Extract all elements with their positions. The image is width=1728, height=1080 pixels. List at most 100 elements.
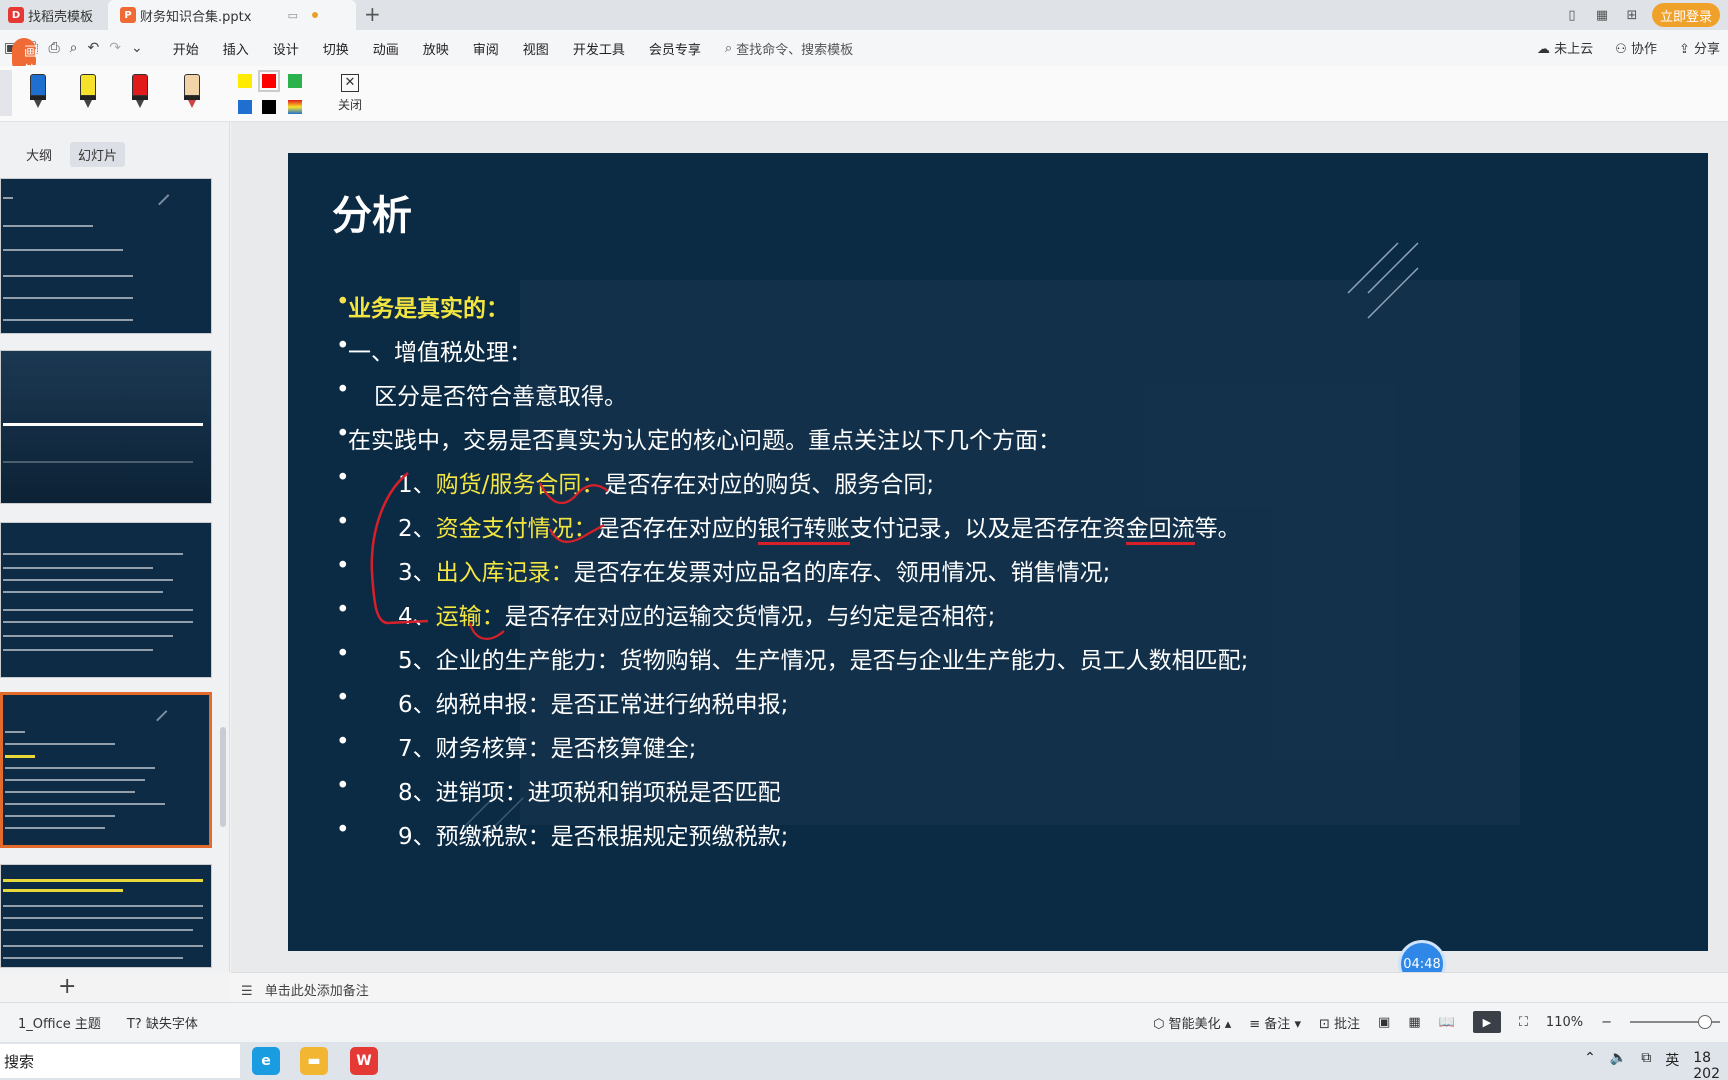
pointer-tool[interactable] <box>0 70 12 116</box>
new-tab-plus-icon[interactable]: + <box>364 2 381 26</box>
taskbar-search[interactable]: 搜索 <box>0 1044 240 1078</box>
menu-start[interactable]: 开始 <box>173 39 199 58</box>
font-icon: T? <box>126 1017 146 1032</box>
swatch-yellow[interactable] <box>238 74 252 88</box>
swatch-green[interactable] <box>288 74 302 88</box>
yellow-highlighter-tool[interactable] <box>80 74 96 110</box>
menu-insert[interactable]: 插入 <box>223 39 249 58</box>
panel-tabs: 大纲 幻灯片 <box>18 142 126 167</box>
docer-logo-icon: D <box>8 7 24 23</box>
pen-toolbar: ✕ 关闭 <box>0 66 1728 122</box>
undo-icon[interactable]: ↶ <box>87 40 99 56</box>
slide-thumbnail-current[interactable] <box>0 692 212 848</box>
menu-review[interactable]: 审阅 <box>473 39 499 58</box>
zoom-level[interactable]: 110% <box>1546 1015 1583 1030</box>
layout-1-icon[interactable]: ▯ <box>1562 5 1582 25</box>
tab-pptx-document[interactable]: P 财务知识合集.pptx ▭ <box>108 0 356 30</box>
redo-icon[interactable]: ↷ <box>109 40 121 56</box>
close-pen-button[interactable]: ✕ 关闭 <box>330 74 370 113</box>
layout-grid-icon[interactable]: ▦ <box>1592 5 1612 25</box>
comments-button[interactable]: ⊡ 批注 <box>1319 1013 1360 1032</box>
blue-pen-tool[interactable] <box>30 74 46 110</box>
swatch-black[interactable] <box>262 100 276 114</box>
zoom-out-icon[interactable]: − <box>1601 1015 1612 1030</box>
command-search[interactable]: ⌕ 查找命令、搜索模板 <box>725 39 853 58</box>
status-bar: 1_Office 主题 T? 缺失字体 ⬡ 智能美化 ▴ ≡ 备注 ▾ ⊡ 批注… <box>0 1002 1728 1042</box>
tab-slides[interactable]: 幻灯片 <box>70 142 126 167</box>
os-taskbar: 搜索 e ▬ W ⌃ 🔈 ⧉ 英 18 202 <box>0 1042 1728 1080</box>
menu-design[interactable]: 设计 <box>273 39 299 58</box>
reading-view-icon[interactable]: 📖 <box>1439 1015 1455 1030</box>
close-icon: ✕ <box>341 74 359 92</box>
login-button[interactable]: 立即登录 <box>1651 3 1720 27</box>
play-slideshow-button[interactable]: ▶ <box>1472 1011 1501 1033</box>
menu-view[interactable]: 视图 <box>523 39 549 58</box>
volume-icon[interactable]: 🔈 <box>1610 1050 1627 1080</box>
file-explorer-icon[interactable]: ▬ <box>300 1047 328 1075</box>
menu-transition[interactable]: 切换 <box>323 39 349 58</box>
normal-view-icon[interactable]: ▣ <box>1378 1015 1390 1030</box>
cloud-status[interactable]: ☁ 未上云 <box>1537 38 1593 57</box>
slide-thumbnail[interactable] <box>0 350 212 504</box>
zoom-slider[interactable] <box>1630 1015 1720 1029</box>
titlebar-right: ▯ ▦ ⊞ 立即登录 <box>1562 3 1720 27</box>
unsaved-dot-icon <box>312 12 318 18</box>
cloud-icon: ☁ <box>1536 42 1555 57</box>
network-icon[interactable]: ⧉ <box>1641 1050 1651 1080</box>
menu-developer[interactable]: 开发工具 <box>573 39 625 58</box>
tab-template-store[interactable]: D 找稻壳模板 <box>0 0 108 30</box>
slide-thumbnail[interactable] <box>0 178 212 334</box>
swatch-red[interactable] <box>258 70 280 92</box>
collaborate-button[interactable]: ⚇ 协作 <box>1615 38 1657 57</box>
more-chevron-icon[interactable]: ⌄ <box>131 40 143 56</box>
swatch-blue[interactable] <box>238 100 252 114</box>
theme-name: 1_Office 主题 <box>18 1017 101 1032</box>
search-icon: ⌕ <box>724 40 733 56</box>
slide-canvas[interactable]: 分析 • 业务是真实的： • 一、增值税处理： • 区分是否符合善意取得。 • 在实践中… <box>288 153 1708 951</box>
menu-ribbon: ▣ ⎘ ⎙ ⌕ ↶ ↷ ⌄ 开始 插入 设计 切换 动画 放映 审阅 视图 开发… <box>0 30 1728 79</box>
notes-placeholder: 单击此处添加备注 <box>264 984 369 999</box>
ime-indicator[interactable]: 英 <box>1665 1050 1679 1080</box>
menu-animation[interactable]: 动画 <box>373 39 399 58</box>
red-pen-tool[interactable] <box>132 74 148 110</box>
missing-font-button[interactable]: T? 缺失字体 <box>127 1013 198 1032</box>
clock[interactable]: 18 202 <box>1693 1050 1720 1080</box>
title-tab-bar: D 找稻壳模板 P 财务知识合集.pptx ▭ + ▯ ▦ ⊞ 立即登录 <box>0 0 1728 30</box>
add-slide-plus-icon[interactable]: + <box>58 974 76 999</box>
notes-toggle-button[interactable]: ≡ 备注 ▾ <box>1249 1013 1301 1032</box>
menu-member[interactable]: 会员专享 <box>649 39 701 58</box>
menu-right: ☁ 未上云 ⚇ 协作 ⇪ 分享 <box>1537 38 1720 57</box>
print-icon[interactable]: ⎙ <box>48 40 59 56</box>
system-tray: ⌃ 🔈 ⧉ 英 18 202 <box>1584 1050 1720 1080</box>
tab-outline[interactable]: 大纲 <box>18 142 60 167</box>
preview-icon[interactable]: ⌕ <box>70 40 78 56</box>
slide-sorter-icon[interactable]: ▦ <box>1408 1015 1420 1030</box>
smart-beautify-button[interactable]: ⬡ 智能美化 ▴ <box>1153 1013 1231 1032</box>
cube-icon: ⬡ <box>1153 1016 1169 1032</box>
status-bar-right: ⬡ 智能美化 ▴ ≡ 备注 ▾ ⊡ 批注 ▣ ▦ 📖 ▶ ⛶ 110% − <box>1153 1011 1720 1033</box>
share-icon: ⇪ <box>1678 42 1694 57</box>
fit-window-icon[interactable]: ⛶ <box>1519 1015 1528 1030</box>
window-mode-icon[interactable]: ▭ <box>288 9 298 22</box>
notes-list-icon: ☰ <box>241 984 253 999</box>
thumbnail-scrollbar[interactable] <box>220 727 226 827</box>
share-button[interactable]: ⇪ 分享 <box>1679 38 1720 57</box>
edge-browser-icon[interactable]: e <box>252 1047 280 1075</box>
swatch-more-colors[interactable] <box>288 100 302 114</box>
wps-office-icon[interactable]: W <box>350 1047 378 1075</box>
notes-pane[interactable]: ☰ 单击此处添加备注 <box>231 972 1728 1002</box>
search-placeholder: 查找命令、搜索模板 <box>736 42 854 58</box>
menu-slideshow[interactable]: 放映 <box>423 39 449 58</box>
presentation-logo-icon: P <box>120 7 136 23</box>
apps-grid-icon[interactable]: ⊞ <box>1622 5 1642 25</box>
beige-marker-tool[interactable] <box>184 74 200 110</box>
slide-thumbnail[interactable] <box>0 522 212 678</box>
red-ink-annotations <box>370 472 609 640</box>
notes-icon: ≡ <box>1249 1016 1265 1032</box>
tab-label: 找稻壳模板 <box>28 9 94 25</box>
tray-chevron-icon[interactable]: ⌃ <box>1584 1050 1596 1080</box>
slide-thumbnail-panel: 大纲 幻灯片 + <box>0 122 230 999</box>
comment-icon: ⊡ <box>1318 1016 1335 1032</box>
slide-thumbnail[interactable] <box>0 864 212 968</box>
tab-label: 财务知识合集.pptx <box>140 9 252 25</box>
